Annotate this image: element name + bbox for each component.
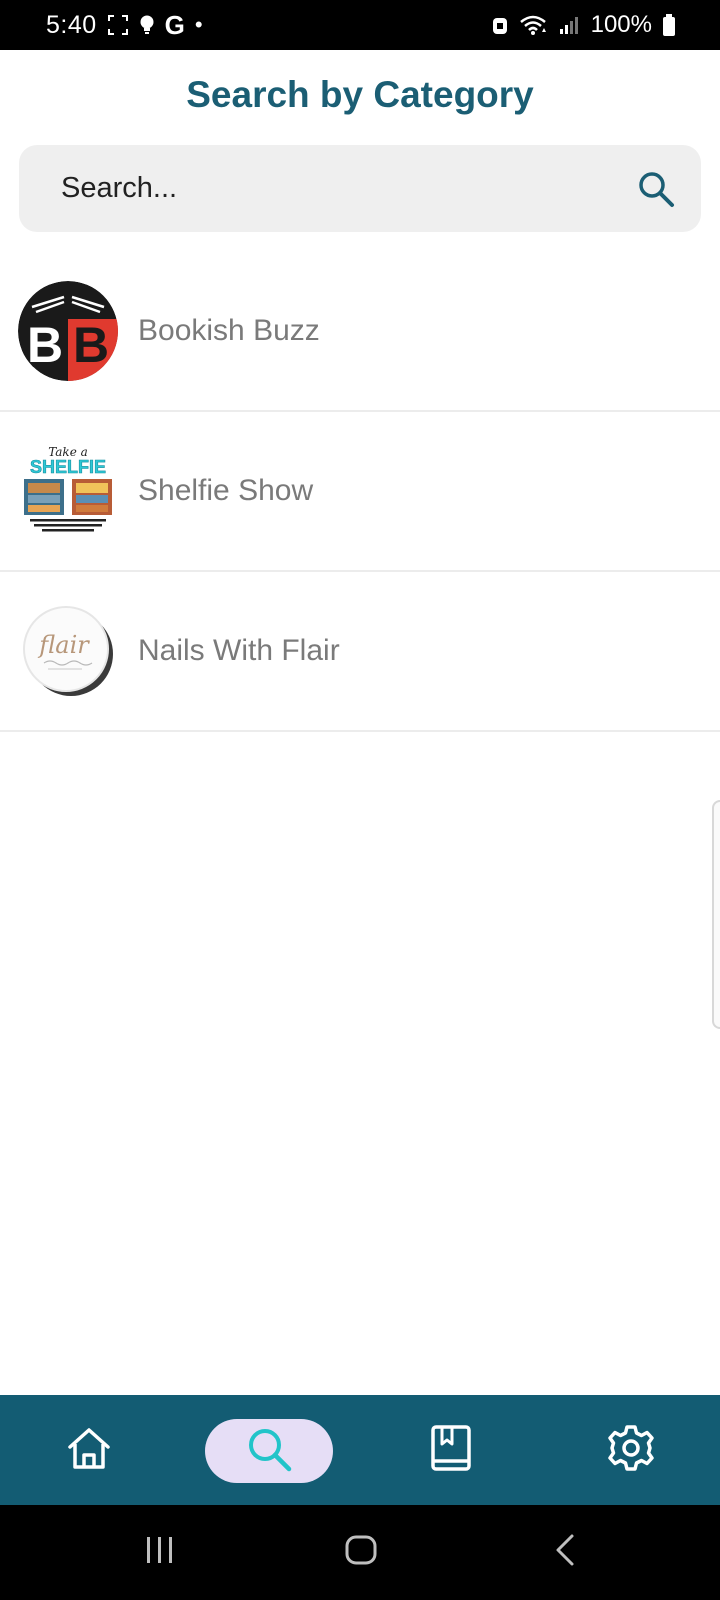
system-home-button[interactable]	[335, 1505, 387, 1600]
shelfie-show-avatar: Take a SHELFIE	[18, 441, 118, 541]
back-icon	[553, 1533, 577, 1572]
status-right: 100%	[491, 11, 676, 39]
notification-dot: •	[194, 12, 203, 37]
list-item-shelfie-show[interactable]: Take a SHELFIE Shelfie Show	[0, 412, 720, 572]
status-left: 5:40 G •	[46, 10, 203, 41]
list-item-label: Bookish Buzz	[138, 314, 320, 347]
screenshot-icon	[107, 14, 129, 36]
home-icon	[66, 1425, 112, 1476]
svg-text:B: B	[27, 317, 63, 373]
svg-text:B: B	[73, 317, 109, 373]
page-title: Search by Category	[186, 74, 534, 115]
battery-icon	[662, 13, 676, 37]
back-button[interactable]	[540, 1505, 590, 1600]
search-bar[interactable]	[19, 145, 701, 232]
bottom-nav	[0, 1395, 720, 1505]
nails-with-flair-avatar: flair	[18, 601, 118, 701]
google-icon: G	[164, 9, 185, 40]
nav-bookmarks-button[interactable]	[410, 1395, 492, 1505]
signal-icon	[559, 15, 581, 35]
settings-icon	[607, 1424, 655, 1477]
list-item-label: Nails With Flair	[138, 634, 340, 667]
search-icon[interactable]	[637, 170, 675, 208]
nav-settings-button[interactable]	[590, 1395, 672, 1505]
system-nav-bar	[0, 1505, 720, 1600]
wifi-icon	[519, 14, 549, 36]
status-time: 5:40	[46, 10, 97, 39]
list-item-bookish-buzz[interactable]: B B Bookish Buzz	[0, 252, 720, 412]
list-item-label: Shelfie Show	[138, 474, 314, 507]
screen: 5:40 G • 100% Search by Category Search.…	[0, 0, 720, 1600]
svg-text:SHELFIE: SHELFIE	[30, 457, 106, 477]
battery-percent: 100%	[590, 11, 652, 38]
alarm-lock-icon	[491, 14, 509, 36]
bookmark-icon	[430, 1424, 472, 1477]
category-list: B B Bookish Buzz Take a SHELFIE Shelfie …	[0, 252, 720, 732]
bookish-buzz-avatar: B B	[18, 281, 118, 381]
search-icon	[245, 1425, 293, 1478]
edge-panel-handle[interactable]	[712, 800, 720, 1029]
nav-search-button[interactable]	[205, 1419, 333, 1483]
home-circle-icon	[344, 1534, 378, 1571]
lightbulb-icon	[139, 14, 155, 36]
list-item-nails-with-flair[interactable]: flair Nails With Flair	[0, 572, 720, 732]
search-input[interactable]	[59, 171, 623, 206]
recents-button[interactable]	[135, 1505, 185, 1600]
recents-icon	[144, 1535, 176, 1570]
svg-text:flair: flair	[37, 631, 90, 659]
status-bar: 5:40 G • 100%	[0, 0, 720, 50]
nav-home-button[interactable]	[48, 1395, 130, 1505]
